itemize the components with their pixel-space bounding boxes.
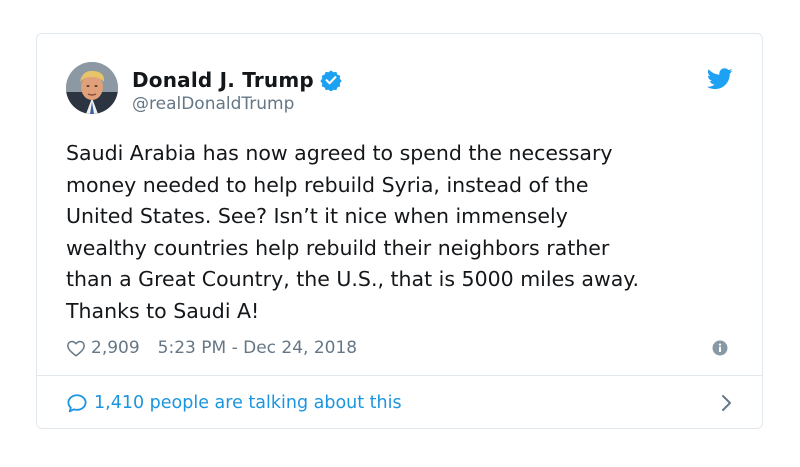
tweet-card: Donald J. Trump @realDonaldTrump Saudi A… (36, 33, 763, 429)
tweet-text-line: United States. See? Isn’t it nice when i… (66, 204, 568, 228)
tweet-text-line: wealthy countries help rebuild their nei… (66, 235, 610, 260)
tweet-timestamp[interactable]: 5:23 PM - Dec 24, 2018 (158, 338, 357, 358)
like-button[interactable]: 2,909 (66, 338, 140, 358)
speech-bubble-icon (67, 394, 87, 413)
tweet-meta: 2,909 5:23 PM - Dec 24, 2018 (66, 336, 733, 360)
talking-about-text: 1,410 people are talking about this (94, 393, 402, 413)
divider (37, 375, 762, 376)
info-icon[interactable] (712, 340, 728, 356)
heart-outline-icon (67, 340, 85, 357)
tweet-text: Saudi Arabia has now agreed to spend the… (66, 138, 746, 327)
chevron-right-icon[interactable] (720, 394, 732, 416)
verified-badge-icon (320, 69, 342, 92)
display-name[interactable]: Donald J. Trump (132, 68, 314, 92)
tweet-header: Donald J. Trump @realDonaldTrump (66, 62, 734, 118)
avatar[interactable] (66, 62, 118, 114)
author-block: Donald J. Trump @realDonaldTrump (132, 67, 342, 114)
handle[interactable]: @realDonaldTrump (132, 94, 342, 114)
tweet-text-line: Saudi Arabia has now agreed to spend the… (66, 141, 613, 165)
tweet-text-line: Thanks to Saudi A! (66, 298, 260, 323)
tweet-text-line: than a Great Country, the U.S., that is … (66, 267, 639, 291)
twitter-bird-icon[interactable] (706, 68, 733, 90)
conversation-link[interactable]: 1,410 people are talking about this (66, 390, 732, 416)
tweet-text-line: money needed to help rebuild Syria, inst… (66, 172, 589, 197)
like-count: 2,909 (91, 338, 140, 358)
name-row: Donald J. Trump (132, 67, 342, 93)
